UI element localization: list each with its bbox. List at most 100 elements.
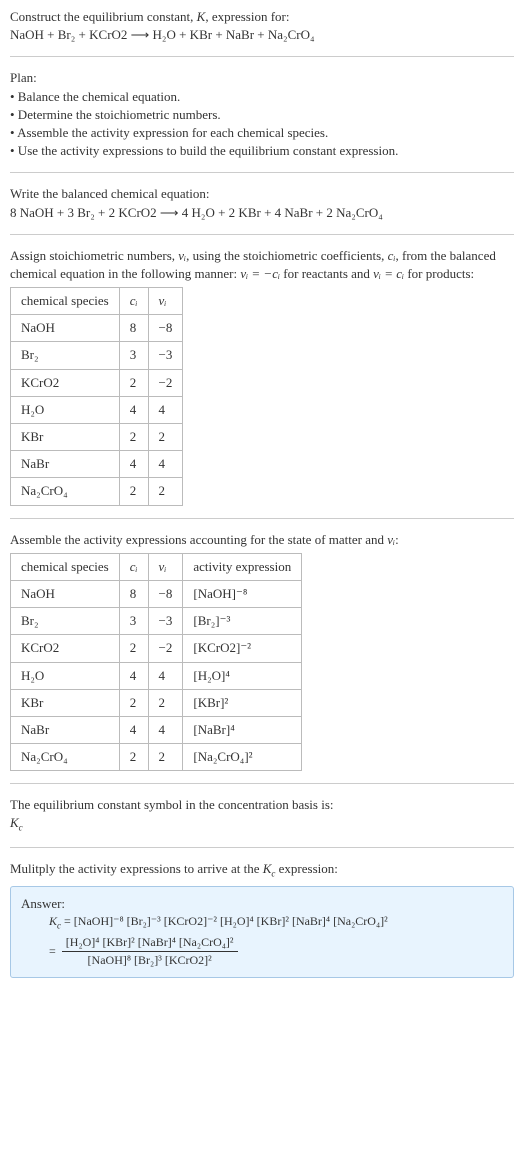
answer-expression: Kc = [NaOH]⁻⁸ [Br₂]⁻³ [KCrO2]⁻² [H₂O]⁴ [… <box>21 913 503 969</box>
cell-activity: [Na₂CrO₄]² <box>183 744 302 771</box>
col-ci: cᵢ <box>119 553 148 580</box>
col-species: chemical species <box>11 553 120 580</box>
fraction-numerator: [H₂O]⁴ [KBr]² [NaBr]⁴ [Na₂CrO₄]² <box>62 934 238 952</box>
answer-fraction: [H₂O]⁴ [KBr]² [NaBr]⁴ [Na₂CrO₄]² [NaOH]⁸… <box>62 934 238 969</box>
cell-species: H₂O <box>11 396 120 423</box>
rel-react: νᵢ = −cᵢ <box>240 266 280 281</box>
cell-species: NaOH <box>11 315 120 342</box>
ci-symbol: cᵢ <box>388 248 396 263</box>
kc-lhs: Kc <box>49 914 61 928</box>
table-row: Br₂3−3[Br₂]⁻³ <box>11 608 302 635</box>
plan-item: • Use the activity expressions to build … <box>10 142 514 160</box>
cell-activity: [Br₂]⁻³ <box>183 608 302 635</box>
cell-ci: 3 <box>119 608 148 635</box>
plan-list: • Balance the chemical equation. • Deter… <box>10 88 514 161</box>
table-header-row: chemical species cᵢ νᵢ activity expressi… <box>11 553 302 580</box>
ci-header: cᵢ <box>130 293 138 308</box>
answer-product: [NaOH]⁻⁸ [Br₂]⁻³ [KCrO2]⁻² [H₂O]⁴ [KBr]²… <box>74 914 388 928</box>
assign-text: , using the stoichiometric coefficients, <box>186 248 388 263</box>
divider <box>10 234 514 235</box>
table-row: KBr22 <box>11 424 183 451</box>
balanced-title: Write the balanced chemical equation: <box>10 185 514 203</box>
answer-line2: = [H₂O]⁴ [KBr]² [NaBr]⁴ [Na₂CrO₄]² [NaOH… <box>49 934 503 969</box>
cell-nu: 4 <box>148 451 183 478</box>
assemble-text: : <box>395 532 399 547</box>
table-row: KBr22[KBr]² <box>11 689 302 716</box>
cell-nu: −8 <box>148 580 183 607</box>
cell-species: Br₂ <box>11 342 120 369</box>
activity-table: chemical species cᵢ νᵢ activity expressi… <box>10 553 302 772</box>
cell-species: KBr <box>11 689 120 716</box>
cell-nu: 4 <box>148 716 183 743</box>
col-species: chemical species <box>11 288 120 315</box>
cell-ci: 2 <box>119 744 148 771</box>
cell-ci: 3 <box>119 342 148 369</box>
cell-species: NaBr <box>11 716 120 743</box>
cell-species: Na₂CrO₄ <box>11 744 120 771</box>
multiply-text: Mulitply the activity expressions to arr… <box>10 861 263 876</box>
header-block: Construct the equilibrium constant, K, e… <box>10 8 514 44</box>
cell-nu: −2 <box>148 369 183 396</box>
table-row: NaOH8−8 <box>11 315 183 342</box>
cell-nu: −3 <box>148 342 183 369</box>
cell-nu: 4 <box>148 662 183 689</box>
nu-symbol: νᵢ <box>387 532 395 547</box>
table-row: KCrO22−2[KCrO2]⁻² <box>11 635 302 662</box>
divider <box>10 56 514 57</box>
answer-box: Answer: Kc = [NaOH]⁻⁸ [Br₂]⁻³ [KCrO2]⁻² … <box>10 886 514 978</box>
cell-nu: 2 <box>148 689 183 716</box>
cell-species: H₂O <box>11 662 120 689</box>
plan-title: Plan: <box>10 69 514 87</box>
col-activity: activity expression <box>183 553 302 580</box>
cell-activity: [KBr]² <box>183 689 302 716</box>
ci-header: cᵢ <box>130 559 138 574</box>
cell-species: Na₂CrO₄ <box>11 478 120 505</box>
cell-nu: −2 <box>148 635 183 662</box>
table-row: NaBr44 <box>11 451 183 478</box>
table-row: H₂O44[H₂O]⁴ <box>11 662 302 689</box>
plan-item: • Determine the stoichiometric numbers. <box>10 106 514 124</box>
table-row: NaOH8−8[NaOH]⁻⁸ <box>11 580 302 607</box>
table-row: NaBr44[NaBr]⁴ <box>11 716 302 743</box>
table-row: Na₂CrO₄22 <box>11 478 183 505</box>
plan-item: • Assemble the activity expression for e… <box>10 124 514 142</box>
plan-item: • Balance the chemical equation. <box>10 88 514 106</box>
assemble-text: Assemble the activity expressions accoun… <box>10 532 387 547</box>
cell-activity: [NaBr]⁴ <box>183 716 302 743</box>
col-nu: νᵢ <box>148 553 183 580</box>
header-line1: Construct the equilibrium constant, K, e… <box>10 8 514 26</box>
cell-species: Br₂ <box>11 608 120 635</box>
cell-species: NaOH <box>11 580 120 607</box>
cell-activity: [KCrO2]⁻² <box>183 635 302 662</box>
assign-text: for reactants and <box>280 266 373 281</box>
stoich-table: chemical species cᵢ νᵢ NaOH8−8 Br₂3−3 KC… <box>10 287 183 506</box>
cell-ci: 2 <box>119 478 148 505</box>
assemble-block: Assemble the activity expressions accoun… <box>10 531 514 549</box>
divider <box>10 783 514 784</box>
cell-activity: [H₂O]⁴ <box>183 662 302 689</box>
kc-text: The equilibrium constant symbol in the c… <box>10 796 514 814</box>
cell-ci: 4 <box>119 396 148 423</box>
cell-ci: 8 <box>119 580 148 607</box>
nu-header: νᵢ <box>159 293 167 308</box>
cell-nu: −8 <box>148 315 183 342</box>
table-row: H₂O44 <box>11 396 183 423</box>
col-nu: νᵢ <box>148 288 183 315</box>
cell-ci: 4 <box>119 451 148 478</box>
table-row: Br₂3−3 <box>11 342 183 369</box>
divider <box>10 518 514 519</box>
cell-ci: 2 <box>119 635 148 662</box>
balanced-block: Write the balanced chemical equation: 8 … <box>10 185 514 221</box>
table-row: KCrO22−2 <box>11 369 183 396</box>
assign-text: for products: <box>404 266 474 281</box>
table-header-row: chemical species cᵢ νᵢ <box>11 288 183 315</box>
answer-label: Answer: <box>21 895 503 913</box>
assign-text: Assign stoichiometric numbers, <box>10 248 178 263</box>
cell-species: KCrO2 <box>11 635 120 662</box>
multiply-block: Mulitply the activity expressions to arr… <box>10 860 514 880</box>
cell-activity: [NaOH]⁻⁸ <box>183 580 302 607</box>
divider <box>10 172 514 173</box>
balanced-equation: 8 NaOH + 3 Br₂ + 2 KCrO2 ⟶ 4 H₂O + 2 KBr… <box>10 204 514 222</box>
kc-inline: Kc <box>263 861 276 876</box>
kc-symbol: Kc <box>10 814 514 834</box>
